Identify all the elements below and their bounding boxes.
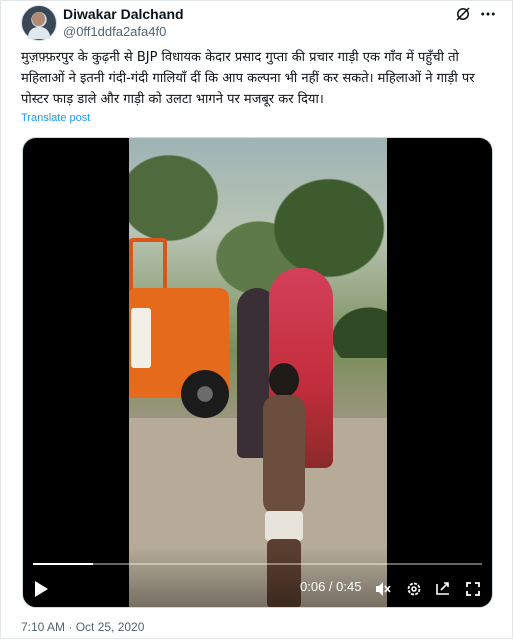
pip-icon[interactable]	[435, 581, 451, 597]
video-boy-shorts	[265, 511, 303, 541]
author-name[interactable]: Diwakar Dalchand	[63, 6, 184, 22]
video-jeep-poster	[131, 308, 151, 368]
avatar-face	[32, 12, 45, 26]
author-handle[interactable]: @0ff1ddfa2afa4f0	[63, 24, 166, 39]
play-icon[interactable]	[33, 580, 49, 598]
video-frame	[129, 138, 387, 607]
tweet-timestamp[interactable]: 7:10 AM · Oct 25, 2020	[21, 620, 144, 634]
video-progress-bar[interactable]	[33, 563, 482, 565]
volume-icon[interactable]	[375, 581, 391, 597]
avatar[interactable]	[21, 5, 57, 41]
video-player[interactable]: 0:06 / 0:45	[22, 137, 493, 608]
video-time: 0:06 / 0:45	[300, 579, 362, 594]
more-icon[interactable]	[479, 5, 497, 23]
video-boy-body	[263, 395, 305, 515]
gear-icon[interactable]	[406, 581, 422, 597]
fullscreen-icon[interactable]	[465, 581, 481, 597]
video-boy-head	[269, 363, 299, 397]
video-controls	[23, 547, 492, 607]
video-progress-fill	[33, 563, 93, 565]
grok-icon[interactable]	[454, 5, 472, 23]
avatar-shirt	[28, 27, 50, 39]
tweet-text: मुज़फ़्फ़रपुर के कुढ़नी से BJP विधायक के…	[21, 50, 475, 107]
translate-post-link[interactable]: Translate post	[21, 112, 90, 124]
video-jeep-wheel	[181, 370, 229, 418]
tweet-card: Diwakar Dalchand @0ff1ddfa2afa4f0 मुज़फ़…	[0, 0, 513, 639]
